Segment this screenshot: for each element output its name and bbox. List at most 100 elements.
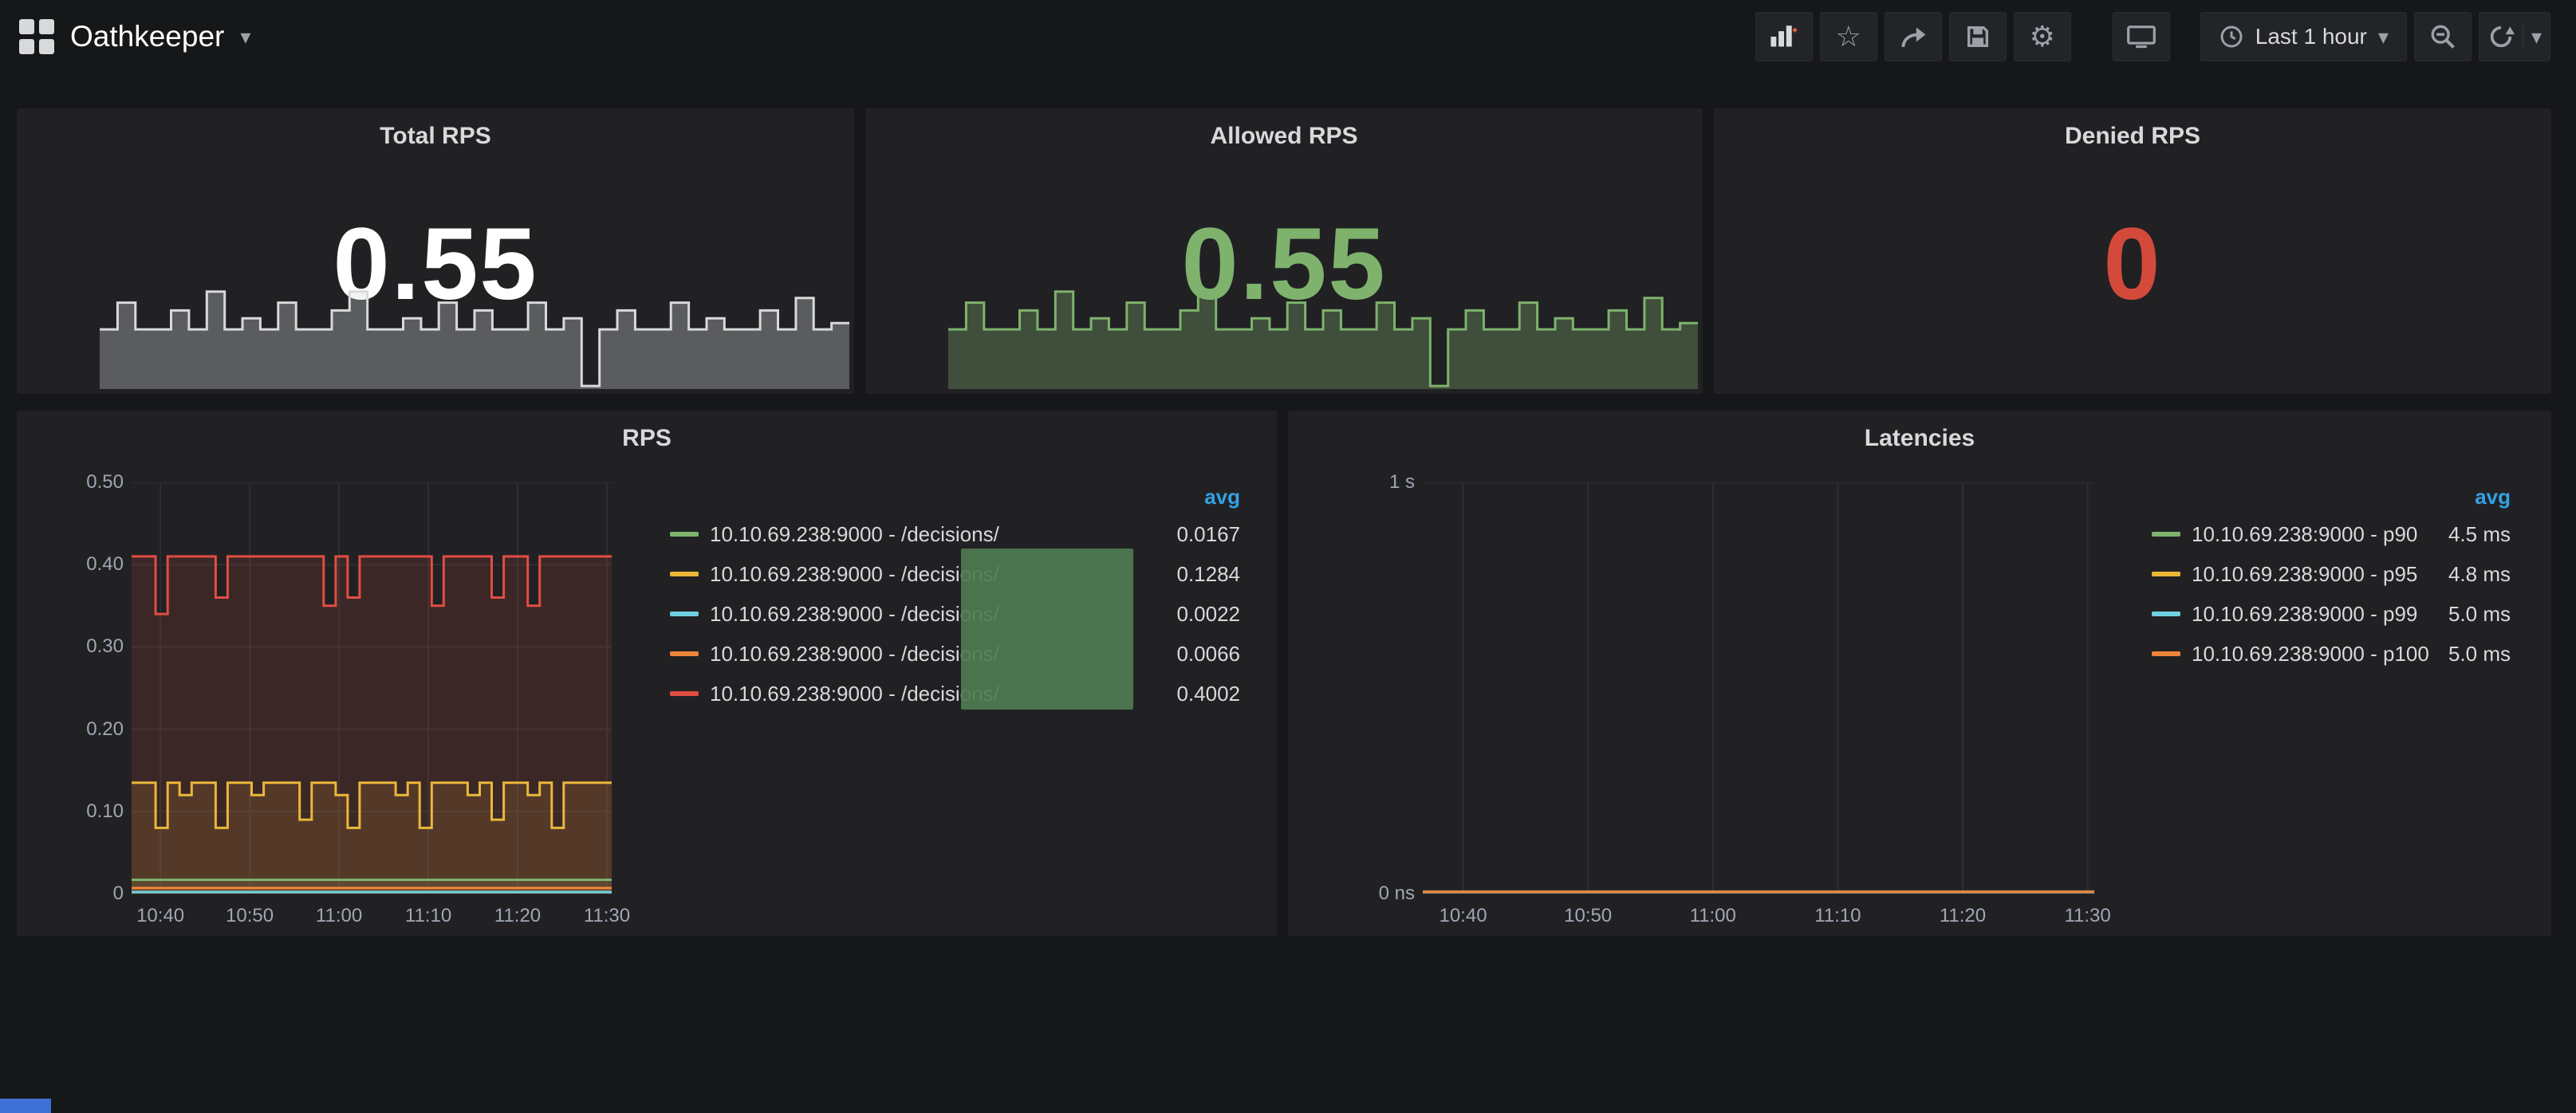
y-tick-label: 0.40	[86, 553, 124, 576]
apps-grid-icon[interactable]	[19, 19, 54, 54]
legend-row[interactable]: 10.10.69.238:9000 - /decisions/0.0066	[670, 634, 1240, 674]
legend-series-name: 10.10.69.238:9000 - p90	[2192, 522, 2448, 547]
refresh-button-group[interactable]: ▾	[2479, 12, 2550, 61]
rps-y-axis: 0.500.400.300.200.100	[20, 482, 124, 894]
legend-color-dash	[670, 651, 699, 656]
legend-series-name: 10.10.69.238:9000 - p95	[2192, 562, 2448, 587]
share-button[interactable]	[1885, 12, 1942, 61]
time-range-label: Last 1 hour	[2255, 24, 2367, 49]
legend-row[interactable]: 10.10.69.238:9000 - /decisions/0.0022	[670, 594, 1240, 634]
x-tick-label: 11:20	[494, 905, 541, 927]
dashboard-title[interactable]: Oathkeeper	[70, 20, 224, 53]
x-tick-label: 11:00	[1690, 905, 1736, 927]
latencies-y-axis: 1 s0 ns	[1295, 482, 1415, 894]
legend-avg-value: 5.0 ms	[2448, 642, 2511, 667]
stat-value-denied-rps: 0	[1714, 206, 2551, 323]
x-tick-label: 11:10	[405, 905, 451, 927]
legend-avg-value: 0.0022	[1176, 602, 1240, 627]
settings-button[interactable]: ⚙	[2014, 12, 2071, 61]
y-tick-label: 0.20	[86, 718, 124, 741]
legend-color-dash	[2152, 532, 2180, 537]
x-tick-label: 10:40	[136, 905, 184, 927]
y-tick-label: 0.30	[86, 635, 124, 658]
panel-title-total-rps[interactable]: Total RPS	[17, 123, 854, 150]
add-panel-icon	[1768, 22, 1800, 51]
panel-rps: RPS 0.50 0.40 0.30 0.20 0.10 0 10:40 10:50 11:00…	[17, 411, 1277, 936]
total-rps-sparkline-svg	[100, 284, 849, 389]
grid-square	[19, 19, 34, 34]
legend-row[interactable]: 10.10.69.238:9000 - /decisions/0.4002	[670, 674, 1240, 714]
navbar-left: Oathkeeper ▾	[0, 19, 250, 54]
legend-row[interactable]: 10.10.69.238:9000 - p904.5 ms	[2152, 514, 2511, 554]
legend-color-dash	[670, 532, 699, 537]
latencies-legend: avg10.10.69.238:9000 - p904.5 ms10.10.69…	[2152, 479, 2511, 674]
panel-total-rps: Total RPS 0.55	[17, 108, 854, 394]
panel-denied-rps: Denied RPS 0	[1714, 108, 2551, 394]
monitor-icon	[2126, 23, 2157, 50]
star-icon: ☆	[1836, 22, 1861, 51]
zoom-out-button[interactable]	[2414, 12, 2472, 61]
y-tick-label: 0.10	[86, 800, 124, 823]
navbar: Oathkeeper ▾ ☆	[0, 0, 2576, 73]
time-range-picker[interactable]: Last 1 hour ▾	[2200, 12, 2407, 61]
x-tick-label: 10:50	[226, 905, 274, 927]
legend-avg-value: 5.0 ms	[2448, 602, 2511, 627]
x-tick-label: 10:50	[1564, 905, 1612, 927]
panel-title-latencies[interactable]: Latencies	[1288, 425, 2551, 452]
panel-latencies: Latencies 1 s0 ns10:4010:5011:0011:1011:…	[1288, 411, 2551, 936]
rps-chart-plot[interactable]	[132, 482, 612, 894]
panel-title-allowed-rps[interactable]: Allowed RPS	[865, 123, 1703, 150]
refresh-icon	[2487, 23, 2515, 50]
y-tick-label: 1 s	[1389, 471, 1415, 494]
legend-series-name: 10.10.69.238:9000 - /decisions/	[710, 522, 1176, 547]
legend-row[interactable]: 10.10.69.238:9000 - p1005.0 ms	[2152, 634, 2511, 674]
legend-color-dash	[670, 572, 699, 576]
share-icon	[1899, 23, 1928, 50]
latencies-chart-plot[interactable]	[1423, 482, 2094, 894]
y-tick-label: 0 ns	[1379, 883, 1415, 905]
legend-series-name: 10.10.69.238:9000 - p99	[2192, 602, 2448, 627]
x-tick-label: 11:30	[2064, 905, 2110, 927]
legend-color-dash	[2152, 612, 2180, 616]
legend-color-dash	[2152, 572, 2180, 576]
legend-avg-header: avg	[670, 479, 1240, 514]
save-icon	[1964, 23, 1991, 50]
legend-row[interactable]: 10.10.69.238:9000 - /decisions/0.1284	[670, 554, 1240, 594]
x-tick-label: 11:10	[1814, 905, 1861, 927]
add-panel-button[interactable]	[1755, 12, 1813, 61]
y-tick-label: 0	[113, 883, 124, 905]
panel-title-denied-rps[interactable]: Denied RPS	[1714, 123, 2551, 150]
refresh-caret-down-icon: ▾	[2531, 26, 2542, 47]
panel-title-rps[interactable]: RPS	[17, 425, 1277, 452]
legend-series-name: 10.10.69.238:9000 - p100	[2192, 642, 2448, 667]
dashboard-caret-down-icon[interactable]: ▾	[240, 26, 250, 47]
legend-avg-header: avg	[2152, 479, 2511, 514]
legend-color-dash	[670, 612, 699, 616]
total-rps-sparkline	[100, 284, 849, 389]
legend-avg-value: 0.0167	[1176, 522, 1240, 547]
legend-avg-value: 0.4002	[1176, 682, 1240, 706]
legend-color-dash	[670, 691, 699, 696]
allowed-rps-sparkline	[948, 284, 1698, 389]
panel-allowed-rps: Allowed RPS 0.55	[865, 108, 1703, 394]
green-overlay-box	[961, 549, 1133, 710]
grid-square	[39, 39, 54, 54]
cycle-view-button[interactable]	[2113, 12, 2170, 61]
star-button[interactable]: ☆	[1820, 12, 1877, 61]
x-tick-label: 10:40	[1439, 905, 1487, 927]
legend-avg-value: 4.8 ms	[2448, 562, 2511, 587]
save-button[interactable]	[1949, 12, 2007, 61]
rps-x-axis: 10:4010:5011:0011:1011:2011:30	[132, 905, 612, 932]
latencies-x-axis: 10:4010:5011:0011:1011:2011:30	[1423, 905, 2094, 932]
x-tick-label: 11:20	[1940, 905, 1986, 927]
legend-row[interactable]: 10.10.69.238:9000 - p954.8 ms	[2152, 554, 2511, 594]
legend-avg-value: 0.1284	[1176, 562, 1240, 587]
y-tick-label: 0.50	[86, 471, 124, 494]
zoom-out-icon	[2429, 23, 2456, 50]
legend-row[interactable]: 10.10.69.238:9000 - p995.0 ms	[2152, 594, 2511, 634]
rps-legend: avg10.10.69.238:9000 - /decisions/0.0167…	[670, 479, 1240, 714]
gear-icon: ⚙	[2030, 22, 2055, 51]
x-tick-label: 11:30	[584, 905, 630, 927]
x-tick-label: 11:00	[316, 905, 362, 927]
legend-row[interactable]: 10.10.69.238:9000 - /decisions/0.0167	[670, 514, 1240, 554]
